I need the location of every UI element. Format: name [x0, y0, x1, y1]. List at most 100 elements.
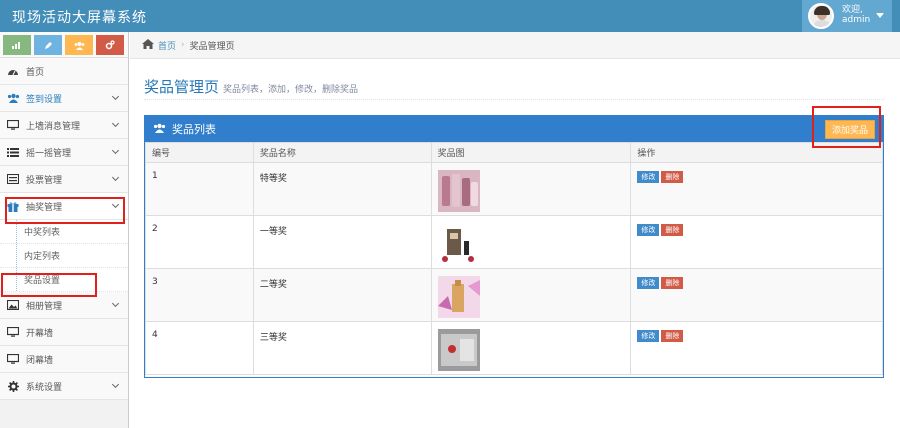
cell-id: 1 — [145, 162, 254, 216]
delete-button[interactable]: 删除 — [661, 277, 684, 289]
sidebar-subitem-predetermined[interactable]: 内定列表 — [0, 244, 128, 268]
sidebar-item-label: 上墙消息管理 — [26, 121, 81, 132]
sidebar-item-label: 投票管理 — [26, 175, 63, 186]
page-header: 奖品管理页 奖品列表，添加，修改，删除奖品 — [144, 76, 884, 100]
sidebar-item-closing-wall[interactable]: 闭幕墙 — [0, 346, 128, 373]
users-icon — [153, 123, 166, 136]
sidebar-subitem-label: 中奖列表 — [24, 228, 61, 238]
chevron-down-icon — [111, 119, 120, 128]
cog-icon — [6, 380, 20, 392]
page-title: 奖品管理页 — [144, 78, 220, 96]
column-header-image[interactable]: 奖品图 — [430, 142, 632, 163]
sidebar-item-vote[interactable]: 投票管理 — [0, 166, 128, 193]
chevron-down-icon — [111, 299, 120, 308]
cell-name: 特等奖 — [252, 162, 432, 216]
widget-header: 奖品列表 添加奖品 — [145, 116, 883, 142]
cell-image — [430, 162, 632, 216]
delete-button[interactable]: 删除 — [661, 224, 684, 236]
chevron-down-icon — [111, 380, 120, 389]
cell-name: 三等奖 — [252, 321, 432, 375]
table-row: 2 一等奖 修改 删除 — [145, 215, 883, 269]
caret-down-icon — [876, 13, 884, 18]
table-row: 1 特等奖 修改 删除 — [145, 162, 883, 216]
sidebar-item-home[interactable]: 首页 — [0, 58, 128, 85]
prize-image — [437, 329, 480, 371]
sidebar-shortcuts — [0, 32, 128, 58]
edit-button[interactable]: 修改 — [637, 224, 660, 236]
cell-image — [430, 268, 632, 322]
sidebar-item-label: 系统设置 — [26, 382, 63, 393]
prize-list-widget: 奖品列表 添加奖品 编号 奖品名称 奖品图 操作 1 特等奖 修改 删除 2 一… — [144, 115, 884, 378]
table-row: 3 二等奖 修改 删除 — [145, 268, 883, 322]
edit-button[interactable]: 修改 — [637, 277, 660, 289]
cogs-icon[interactable] — [96, 35, 124, 55]
edit-button[interactable]: 修改 — [637, 330, 660, 342]
avatar — [808, 3, 834, 29]
column-header-id[interactable]: 编号 — [145, 142, 254, 163]
breadcrumb-separator: › — [181, 40, 185, 50]
users-icon — [6, 92, 20, 104]
highlight-box-add-prize — [812, 106, 881, 148]
widget-title: 奖品列表 — [172, 123, 216, 136]
list-icon — [6, 146, 20, 158]
table-row: 4 三等奖 修改 删除 — [145, 321, 883, 375]
edit-button[interactable]: 修改 — [637, 171, 660, 183]
sidebar-item-label: 闭幕墙 — [26, 355, 54, 366]
cell-actions: 修改 删除 — [630, 268, 883, 322]
desktop-icon — [6, 326, 20, 338]
sidebar-item-signin[interactable]: 签到设置 — [0, 85, 128, 112]
picture-icon — [6, 299, 20, 311]
breadcrumb-home-link[interactable]: 首页 — [158, 39, 176, 52]
prize-image — [437, 223, 480, 265]
home-icon — [142, 38, 154, 52]
chevron-down-icon — [111, 173, 120, 182]
cell-actions: 修改 删除 — [630, 162, 883, 216]
app-title[interactable]: 现场活动大屏幕系统 — [12, 7, 147, 27]
delete-button[interactable]: 删除 — [661, 330, 684, 342]
prize-image — [437, 170, 480, 212]
sidebar-item-label: 摇一摇管理 — [26, 148, 72, 159]
highlight-box-lottery — [5, 197, 125, 224]
desktop-icon — [6, 353, 20, 365]
signal-icon[interactable] — [3, 35, 31, 55]
sidebar: 首页 签到设置 上墙消息管理 摇一摇管理 投票管理 抽奖管理 中奖列表 内定列表… — [0, 32, 129, 428]
pencil-icon[interactable] — [34, 35, 62, 55]
sidebar-item-label: 开幕墙 — [26, 328, 54, 339]
sidebar-item-shake[interactable]: 摇一摇管理 — [0, 139, 128, 166]
dashboard-icon — [6, 65, 20, 77]
cell-id: 4 — [145, 321, 254, 375]
prize-table: 编号 奖品名称 奖品图 操作 1 特等奖 修改 删除 2 一等奖 修改 删除 3… — [145, 142, 883, 375]
welcome-text: 欢迎, admin — [842, 5, 871, 25]
user-menu[interactable]: 欢迎, admin — [802, 0, 892, 32]
column-header-name[interactable]: 奖品名称 — [252, 142, 432, 163]
cell-id: 2 — [145, 215, 254, 269]
sidebar-subitem-label: 内定列表 — [24, 252, 61, 262]
highlight-box-prize-settings — [1, 273, 97, 297]
list-alt-icon — [6, 173, 20, 185]
cell-actions: 修改 删除 — [630, 215, 883, 269]
desktop-icon — [6, 119, 20, 131]
cell-image — [430, 321, 632, 375]
cell-name: 一等奖 — [252, 215, 432, 269]
cell-name: 二等奖 — [252, 268, 432, 322]
cell-id: 3 — [145, 268, 254, 322]
top-navbar: 现场活动大屏幕系统 欢迎, admin — [0, 0, 900, 32]
prize-image — [437, 276, 480, 318]
breadcrumb-current: 奖品管理页 — [189, 41, 235, 52]
sidebar-item-label: 首页 — [26, 67, 45, 78]
cell-image — [430, 215, 632, 269]
delete-button[interactable]: 删除 — [661, 171, 684, 183]
breadcrumb: 首页 › 奖品管理页 — [130, 32, 900, 59]
table-header-row: 编号 奖品名称 奖品图 操作 — [145, 142, 883, 163]
chevron-down-icon — [111, 92, 120, 101]
sidebar-item-label: 签到设置 — [26, 94, 63, 105]
chevron-down-icon — [111, 146, 120, 155]
sidebar-item-opening-wall[interactable]: 开幕墙 — [0, 319, 128, 346]
sidebar-item-label: 相册管理 — [26, 301, 63, 312]
cell-actions: 修改 删除 — [630, 321, 883, 375]
username: admin — [842, 15, 871, 25]
page-subtitle: 奖品列表，添加，修改，删除奖品 — [223, 85, 359, 95]
sidebar-item-system-settings[interactable]: 系统设置 — [0, 373, 128, 400]
sidebar-item-wall-messages[interactable]: 上墙消息管理 — [0, 112, 128, 139]
users-icon[interactable] — [65, 35, 93, 55]
